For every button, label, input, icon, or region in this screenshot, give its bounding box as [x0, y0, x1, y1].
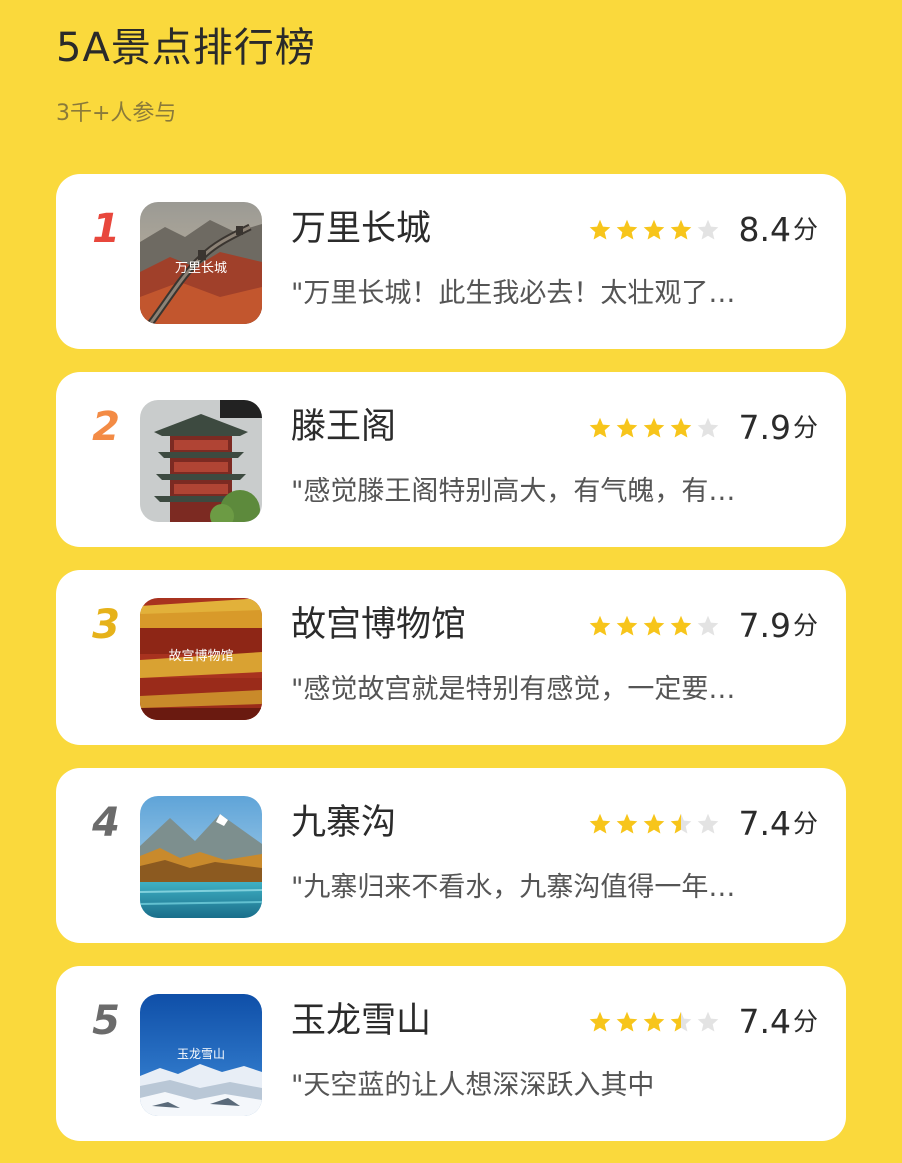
score-value: 7.9 [738, 606, 791, 645]
star-rating [588, 1010, 723, 1034]
score-value: 8.4 [738, 210, 791, 249]
star-full-icon [643, 615, 664, 636]
score-unit: 分 [792, 1007, 818, 1036]
page-title: 5A景点排行榜 [56, 25, 316, 71]
rating: 7.9 分 [588, 406, 818, 450]
review-snippet: "九寨归来不看水，九寨沟值得一年… [291, 872, 736, 903]
star-empty-icon [697, 813, 718, 834]
star-full-icon [589, 813, 610, 834]
star-rating [588, 812, 723, 836]
attraction-name: 九寨沟 [291, 803, 397, 843]
snow-mountain-photo[interactable]: 玉龙雪山 [140, 994, 262, 1116]
ranking-card-1[interactable]: 1 万里长城 万里长城 8.4 分 "万里长城！此生我必去！太壮观了… [56, 174, 846, 349]
star-rating [588, 416, 723, 440]
rank-number: 2 [92, 404, 120, 450]
star-full-icon [670, 219, 691, 240]
rating: 8.4 分 [588, 208, 818, 252]
star-full-icon [616, 219, 637, 240]
star-full-icon [670, 417, 691, 438]
image-caption: 故宫博物馆 [168, 649, 233, 664]
star-rating [588, 614, 723, 638]
score-value: 7.4 [738, 1002, 791, 1041]
image-caption: 玉龙雪山 [177, 1047, 225, 1061]
ranking-card-2[interactable]: 2 滕王阁 7.9 分 "感觉滕王阁特别高大，有气魄，有… [56, 372, 846, 547]
forbidden-city-image: 故宫博物馆 [140, 598, 262, 720]
participant-count: 3千+人参与 [56, 101, 177, 126]
great-wall-photo[interactable]: 万里长城 [140, 202, 262, 324]
score-unit: 分 [792, 809, 818, 838]
great-wall-image: 万里长城 [140, 202, 262, 324]
rating: 7.4 分 [588, 802, 818, 846]
attraction-name: 故宫博物馆 [291, 605, 467, 645]
rank-number: 1 [92, 206, 120, 252]
rank-number: 3 [92, 602, 120, 648]
star-full-icon [616, 417, 637, 438]
score-value: 7.9 [738, 408, 791, 447]
star-full-icon [643, 417, 664, 438]
star-half-icon [670, 1011, 691, 1032]
star-full-icon [589, 615, 610, 636]
review-snippet: "感觉故宫就是特别有感觉，一定要… [291, 674, 736, 705]
star-empty-icon [697, 615, 718, 636]
attraction-name: 滕王阁 [291, 407, 397, 447]
star-full-icon [643, 813, 664, 834]
score-unit: 分 [792, 413, 818, 442]
pavilion-photo[interactable] [140, 400, 262, 522]
pavilion-image [140, 400, 262, 522]
star-full-icon [616, 813, 637, 834]
star-full-icon [589, 1011, 610, 1032]
ranking-page: 5A景点排行榜 3千+人参与 1 万里长城 万里长城 8.4 分 "万里长城！此… [0, 0, 902, 1163]
rating: 7.4 分 [588, 1000, 818, 1044]
star-full-icon [670, 615, 691, 636]
rating: 7.9 分 [588, 604, 818, 648]
star-empty-icon [697, 417, 718, 438]
review-snippet: "天空蓝的让人想深深跃入其中 [291, 1070, 655, 1101]
star-full-icon [589, 219, 610, 240]
score-unit: 分 [792, 611, 818, 640]
star-full-icon [589, 417, 610, 438]
ranking-card-5[interactable]: 5 玉龙雪山 玉龙雪山 7.4 分 "天空蓝的让人想深深跃入其中 [56, 966, 846, 1141]
attraction-name: 玉龙雪山 [291, 1001, 432, 1041]
rank-number: 5 [92, 998, 120, 1044]
snow-mountain-image: 玉龙雪山 [140, 994, 262, 1116]
star-full-icon [643, 1011, 664, 1032]
star-rating [588, 218, 723, 242]
ranking-card-4[interactable]: 4 九寨沟 7.4 分 "九寨归来不看水，九寨沟值得一年… [56, 768, 846, 943]
mountain-lake-photo[interactable] [140, 796, 262, 918]
star-empty-icon [697, 219, 718, 240]
star-half-icon [670, 813, 691, 834]
score-unit: 分 [792, 215, 818, 244]
star-full-icon [643, 219, 664, 240]
star-full-icon [616, 615, 637, 636]
ranking-card-3[interactable]: 3 故宫博物馆 故宫博物馆 7.9 分 "感觉故宫就是特别有感觉，一定要… [56, 570, 846, 745]
star-empty-icon [697, 1011, 718, 1032]
mountain-lake-image [140, 796, 262, 918]
review-snippet: "感觉滕王阁特别高大，有气魄，有… [291, 476, 736, 507]
forbidden-city-photo[interactable]: 故宫博物馆 [140, 598, 262, 720]
image-caption: 万里长城 [175, 261, 227, 276]
attraction-name: 万里长城 [291, 209, 432, 249]
review-snippet: "万里长城！此生我必去！太壮观了… [291, 278, 736, 309]
star-full-icon [616, 1011, 637, 1032]
rank-number: 4 [92, 800, 120, 846]
score-value: 7.4 [738, 804, 791, 843]
